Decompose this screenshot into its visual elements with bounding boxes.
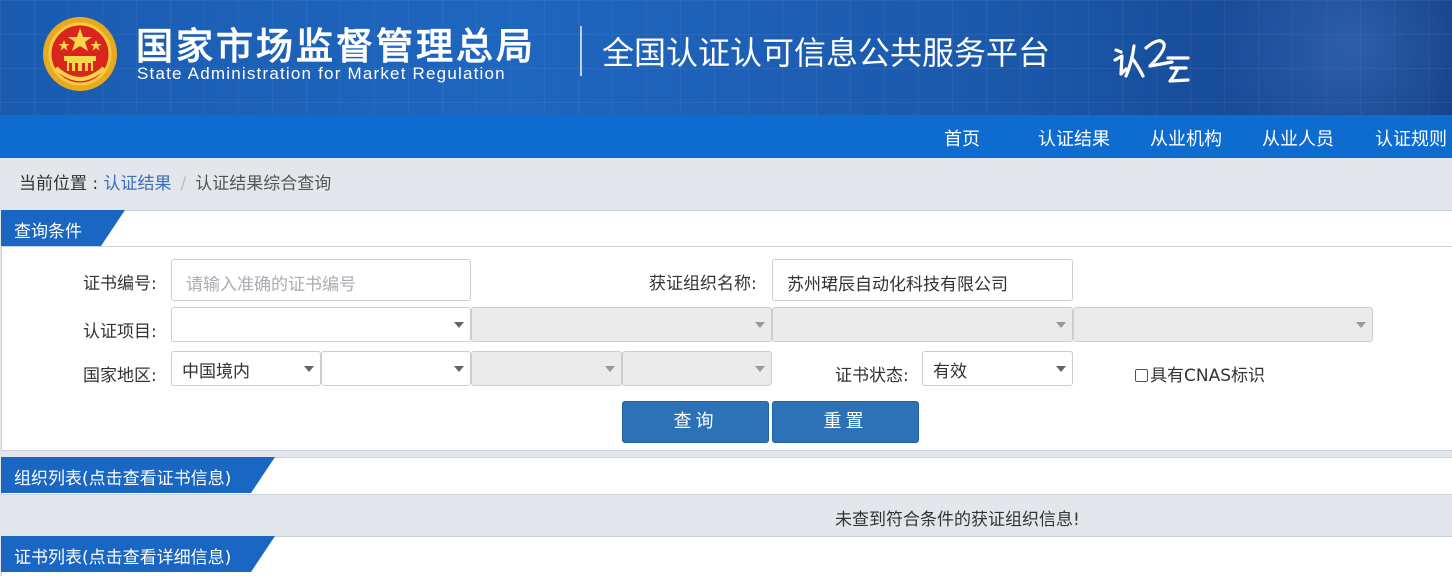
breadcrumb-link-cert-results[interactable]: 认证结果 (104, 174, 172, 194)
chevron-down-icon (605, 366, 615, 372)
region-select-country-value: 中国境内 (182, 362, 250, 382)
brand-logo-icon (1113, 39, 1190, 83)
cert-list-panel: 证书列表(点击查看详细信息) (1, 536, 1452, 576)
breadcrumb-separator: / (180, 174, 187, 194)
cert-list-panel-title: 证书列表(点击查看详细信息) (14, 548, 232, 568)
national-emblem-icon (43, 17, 117, 91)
chevron-down-icon (454, 366, 464, 372)
main-nav: 首页 认证结果 从业机构 从业人员 认证规则 (0, 115, 1452, 158)
cert-project-select-4 (1073, 307, 1373, 342)
query-panel-tab: 查询条件 (1, 210, 125, 246)
cert-status-label: 证书状态: (835, 366, 909, 386)
org-list-panel: 组织列表(点击查看证书信息) (1, 457, 1452, 495)
breadcrumb: 当前位置 : 认证结果 / 认证结果综合查询 (19, 169, 331, 194)
org-list-empty-message: 未查到符合条件的获证组织信息! (835, 510, 1080, 530)
cnas-checkbox[interactable]: 具有CNAS标识 (1135, 361, 1265, 386)
region-label: 国家地区: (83, 366, 157, 386)
panel-divider (2, 246, 1452, 247)
site-header: 国家市场监督管理总局 State Administration for Mark… (0, 0, 1452, 115)
chevron-down-icon (454, 322, 464, 328)
chevron-down-icon (1056, 366, 1066, 372)
chevron-down-icon (755, 322, 765, 328)
region-select-district (622, 351, 772, 386)
nav-item-cert-rules[interactable]: 认证规则 (1375, 125, 1447, 151)
chevron-down-icon (755, 366, 765, 372)
org-name-label: 获证组织名称: (649, 274, 757, 294)
cert-status-select-value: 有效 (933, 362, 967, 382)
header-divider (580, 26, 582, 76)
reset-button[interactable]: 重置 (772, 401, 919, 443)
platform-title: 全国认证认可信息公共服务平台 (602, 34, 1051, 72)
cert-no-label: 证书编号: (83, 274, 157, 294)
org-list-panel-title: 组织列表(点击查看证书信息) (14, 469, 232, 489)
org-list-panel-tab: 组织列表(点击查看证书信息) (1, 457, 275, 493)
cert-status-select[interactable]: 有效 (922, 351, 1073, 386)
agency-name-en: State Administration for Market Regulati… (137, 64, 506, 83)
region-select-country[interactable]: 中国境内 (171, 351, 321, 386)
org-name-input[interactable]: 苏州珺辰自动化科技有限公司 (772, 259, 1073, 301)
cnas-checkbox-label: 具有CNAS标识 (1150, 366, 1266, 386)
cert-project-select-2 (471, 307, 772, 342)
chevron-down-icon (1056, 322, 1066, 328)
nav-item-cert-results[interactable]: 认证结果 (1038, 125, 1110, 151)
breadcrumb-prefix: 当前位置 : (19, 174, 104, 194)
chevron-down-icon (304, 366, 314, 372)
agency-name-cn: 国家市场监督管理总局 (136, 25, 536, 68)
region-select-province[interactable] (321, 351, 471, 386)
nav-item-personnel[interactable]: 从业人员 (1262, 125, 1334, 151)
cert-list-panel-tab: 证书列表(点击查看详细信息) (1, 536, 275, 572)
chevron-down-icon (1356, 322, 1366, 328)
region-select-city (471, 351, 622, 386)
breadcrumb-current: 认证结果综合查询 (195, 174, 332, 194)
query-panel-title: 查询条件 (14, 222, 82, 242)
cert-project-select-3 (772, 307, 1073, 342)
checkbox-box[interactable] (1135, 369, 1148, 382)
query-button[interactable]: 查询 (622, 401, 769, 443)
nav-item-institutions[interactable]: 从业机构 (1150, 125, 1222, 151)
cert-project-select-1[interactable] (171, 307, 471, 342)
cert-no-input[interactable]: 请输入准确的证书编号 (171, 259, 471, 301)
nav-item-home[interactable]: 首页 (944, 125, 980, 151)
cert-project-label: 认证项目: (83, 322, 157, 342)
